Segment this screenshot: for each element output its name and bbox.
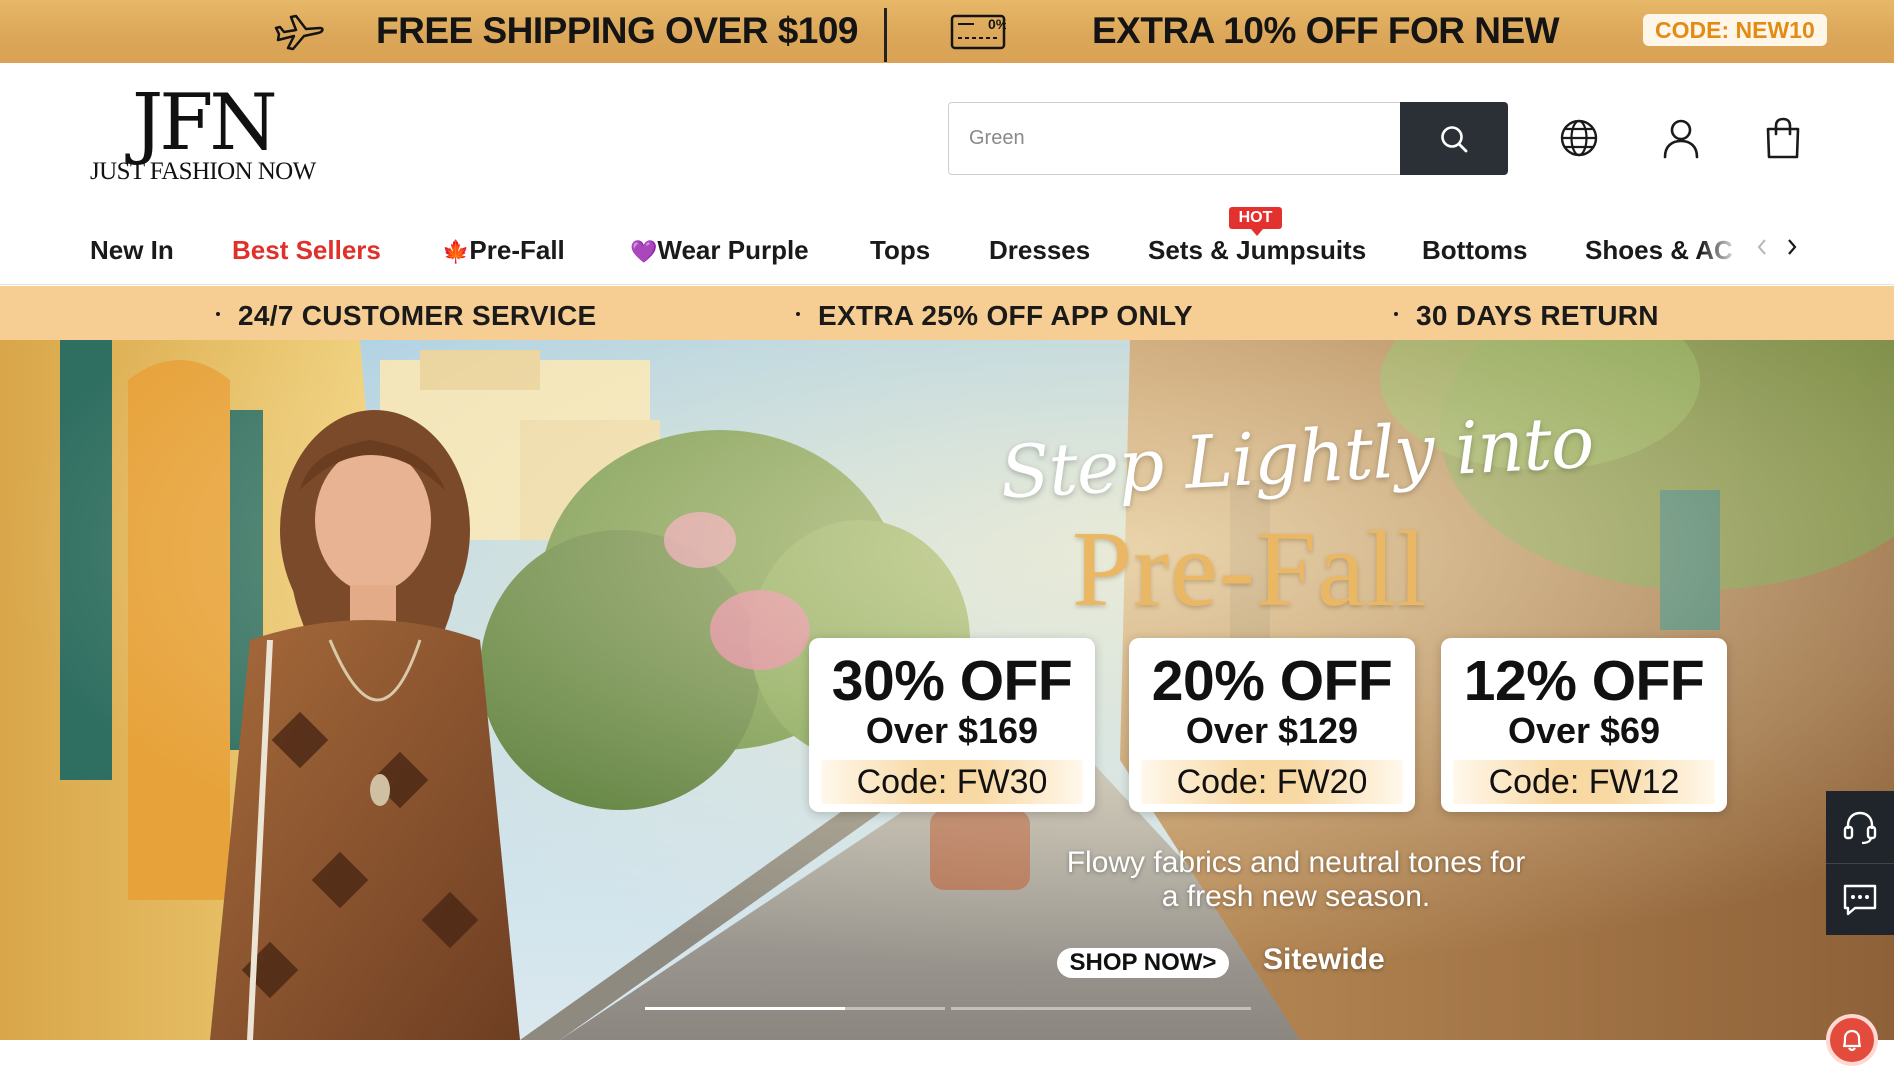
nav-item-new-in[interactable]: New In	[90, 235, 174, 266]
offer-minimum: Over $129	[1185, 710, 1359, 751]
service-bar: 24/7 CUSTOMER SERVICE EXTRA 25% OFF APP …	[0, 286, 1894, 340]
extra-off-text: EXTRA 10% OFF FOR NEW	[1092, 10, 1560, 51]
free-shipping-text: FREE SHIPPING OVER $109	[376, 10, 859, 51]
nav-item-pre-fall[interactable]: 🍁Pre-Fall	[442, 235, 565, 266]
offer-card-fw12[interactable]: 12% OFF Over $69 Code: FW12	[1441, 638, 1727, 812]
customer-support-button[interactable]	[1826, 791, 1894, 863]
offer-minimum: Over $69	[1507, 710, 1661, 751]
search-box	[948, 102, 1508, 175]
nav-item-label: Wear Purple	[657, 235, 809, 265]
nav-item-best-sellers[interactable]: Best Sellers	[232, 235, 381, 266]
language-button[interactable]	[1557, 116, 1601, 160]
maple-leaf-icon: 🍁	[442, 239, 470, 264]
chevron-left-icon	[1757, 239, 1766, 255]
nav-item-label: Pre-Fall	[469, 235, 565, 265]
shop-now-button[interactable]: SHOP NOW>	[1057, 948, 1229, 978]
purple-heart-icon: 💜	[630, 239, 658, 264]
hero-subtitle: Flowy fabrics and neutral tones for a fr…	[1066, 846, 1526, 913]
carousel-indicator-1[interactable]	[645, 1007, 945, 1010]
carousel-indicator-2[interactable]	[951, 1007, 1251, 1010]
service-item-app-discount: EXTRA 25% OFF APP ONLY	[796, 300, 1193, 332]
airplane-icon	[274, 14, 324, 51]
offer-percent: 12% OFF	[1463, 649, 1705, 713]
chevron-right-icon	[1788, 239, 1797, 255]
offer-code: Code: FW12	[1453, 760, 1715, 804]
account-button[interactable]	[1659, 116, 1703, 160]
search-button[interactable]	[1400, 102, 1508, 175]
main-nav: New In Best Sellers 🍁Pre-Fall 💜Wear Purp…	[0, 205, 1894, 285]
sitewide-label: Sitewide	[1263, 943, 1385, 976]
search-icon	[1441, 125, 1468, 152]
message-icon	[1843, 884, 1877, 915]
nav-scroll-left-button[interactable]	[1748, 232, 1776, 262]
hot-badge: HOT	[1229, 207, 1282, 236]
carousel-indicators	[645, 1007, 1251, 1011]
globe-icon	[1560, 119, 1598, 157]
bell-icon	[1842, 1029, 1862, 1052]
service-item-returns: 30 DAYS RETURN	[1394, 300, 1659, 332]
offer-minimum: Over $169	[865, 710, 1039, 751]
cart-button[interactable]	[1761, 116, 1805, 160]
headset-icon	[1843, 811, 1877, 845]
brand-logo[interactable]: JFN JUST FASHION NOW	[88, 78, 348, 185]
promo-strip: FREE SHIPPING OVER $109 0% EXTRA 10% OFF…	[0, 0, 1894, 63]
nav-scroll-right-button[interactable]	[1778, 232, 1806, 262]
offer-code: Code: FW30	[821, 760, 1083, 804]
nav-item-wear-purple[interactable]: 💜Wear Purple	[630, 235, 809, 266]
nav-fade	[1700, 228, 1740, 268]
nav-item-dresses[interactable]: Dresses	[989, 235, 1090, 266]
hero-title: Pre-Fall	[1072, 510, 1428, 629]
message-button[interactable]	[1826, 863, 1894, 935]
service-item-customer-service: 24/7 CUSTOMER SERVICE	[216, 300, 597, 332]
logo-tagline: JUST FASHION NOW	[90, 158, 316, 185]
promo-code-badge[interactable]: CODE: NEW10	[1643, 14, 1827, 46]
offer-card-fw30[interactable]: 30% OFF Over $169 Code: FW30	[809, 638, 1095, 812]
search-input[interactable]	[949, 103, 1397, 174]
logo-mark: JFN	[132, 78, 278, 168]
svg-text:0%: 0%	[988, 16, 1006, 32]
nav-item-tops[interactable]: Tops	[870, 235, 930, 266]
nav-item-bottoms[interactable]: Bottoms	[1422, 235, 1527, 266]
shopping-bag-icon	[1766, 117, 1800, 159]
offer-code: Code: FW20	[1141, 760, 1403, 804]
coupon-icon: 0%	[950, 14, 1006, 50]
notification-bell-button[interactable]	[1826, 1014, 1878, 1066]
promo-divider	[884, 8, 887, 62]
account-icon	[1663, 119, 1699, 159]
hero-banner[interactable]: Step Lightly into Pre-Fall 30% OFF Over …	[0, 340, 1894, 1040]
offer-card-fw20[interactable]: 20% OFF Over $129 Code: FW20	[1129, 638, 1415, 812]
nav-item-sets-jumpsuits[interactable]: Sets & Jumpsuits	[1148, 235, 1366, 266]
offer-percent: 20% OFF	[1151, 649, 1393, 713]
offer-percent: 30% OFF	[831, 649, 1073, 713]
